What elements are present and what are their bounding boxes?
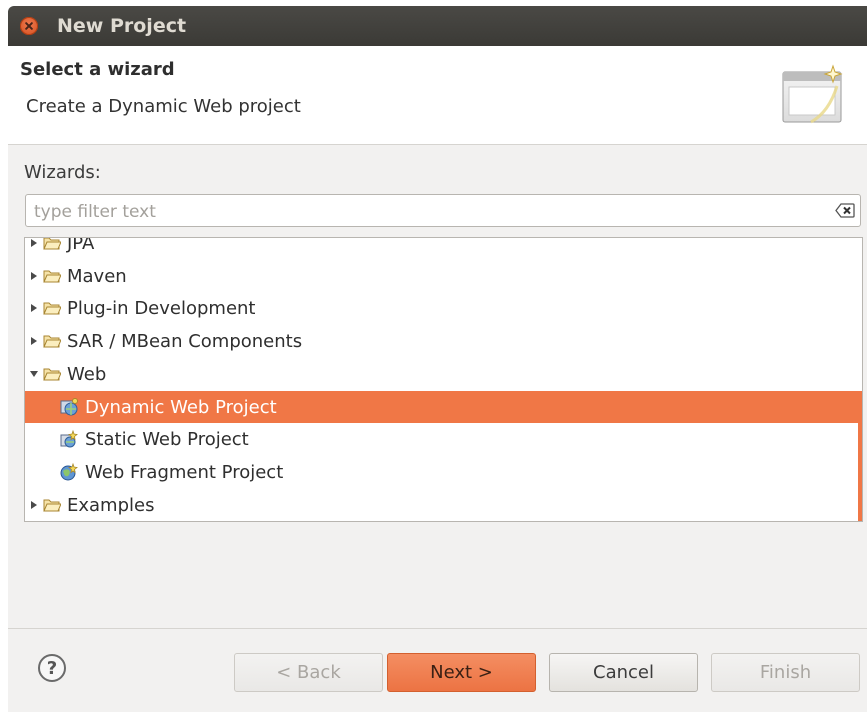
tree-item-dynamic-web-project[interactable]: Dynamic Web Project [25, 391, 862, 423]
folder-icon [43, 270, 61, 283]
expand-arrow-icon[interactable] [29, 336, 39, 346]
next-button[interactable]: Next > [387, 653, 536, 692]
tree-item-examples[interactable]: Examples [25, 489, 862, 521]
back-button[interactable]: < Back [234, 653, 383, 692]
wizard-header: Select a wizard Create a Dynamic Web pro… [8, 46, 867, 145]
tree-item-label: Web [67, 363, 107, 385]
filter-field[interactable] [25, 194, 861, 228]
tree-item-jpa[interactable]: JPA [25, 237, 862, 259]
static-web-project-icon [60, 429, 78, 448]
folder-icon [43, 499, 61, 512]
title-bar: New Project [8, 6, 867, 46]
tree-item-plugin-development[interactable]: Plug-in Development [25, 292, 862, 324]
new-project-dialog: Select a wizard Create a Dynamic Web pro… [8, 46, 867, 712]
clear-filter-icon[interactable] [835, 203, 855, 218]
dynamic-web-project-icon [60, 398, 78, 416]
tree-item-label: Examples [67, 494, 155, 516]
help-button[interactable]: ? [38, 654, 66, 682]
header-description: Create a Dynamic Web project [26, 96, 301, 117]
tree-item-label: Plug-in Development [67, 297, 256, 319]
web-fragment-project-icon [60, 462, 78, 481]
expand-arrow-icon[interactable] [29, 303, 39, 313]
filter-input[interactable] [32, 195, 826, 228]
cancel-button[interactable]: Cancel [549, 653, 698, 692]
folder-icon [43, 335, 61, 348]
header-title: Select a wizard [20, 59, 175, 80]
wizard-tree[interactable]: JPA Maven Plug-in Development SAR / MBea… [24, 237, 863, 522]
finish-button[interactable]: Finish [711, 653, 860, 692]
tree-item-static-web-project[interactable]: Static Web Project [25, 423, 862, 455]
window-title: New Project [57, 15, 187, 37]
tree-item-label: Dynamic Web Project [85, 396, 277, 418]
folder-icon [43, 302, 61, 315]
tree-item-sar-mbean-components[interactable]: SAR / MBean Components [25, 325, 862, 357]
tree-item-label: Static Web Project [85, 428, 249, 450]
expand-arrow-icon[interactable] [29, 271, 39, 281]
wizards-label: Wizards: [24, 162, 101, 183]
tree-item-label: Web Fragment Project [85, 461, 284, 483]
folder-icon [43, 238, 61, 250]
tree-item-label: Maven [67, 265, 127, 287]
expand-arrow-icon[interactable] [29, 238, 39, 248]
tree-item-maven[interactable]: Maven [25, 260, 862, 292]
close-window-button[interactable] [20, 17, 38, 35]
button-bar-separator [8, 628, 867, 629]
tree-item-web[interactable]: Web [25, 358, 862, 390]
collapse-arrow-icon[interactable] [29, 369, 39, 379]
tree-item-label: JPA [67, 237, 95, 254]
tree-item-web-fragment-project[interactable]: Web Fragment Project [25, 456, 862, 488]
expand-arrow-icon[interactable] [29, 500, 39, 510]
tree-item-label: SAR / MBean Components [67, 330, 303, 352]
wizard-banner-icon [782, 64, 843, 124]
tree-scrollbar[interactable] [858, 391, 862, 521]
open-folder-icon [43, 368, 61, 381]
